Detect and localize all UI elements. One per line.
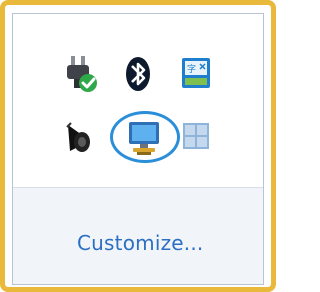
- tray-footer: Customize...: [13, 187, 263, 284]
- power-plug-icon[interactable]: [58, 52, 102, 96]
- svg-text:字: 字: [187, 63, 196, 75]
- windows-flag-icon[interactable]: [174, 115, 218, 159]
- customize-link[interactable]: Customize...: [77, 231, 203, 255]
- tray-overflow-frame: 字 Customize...: [0, 0, 276, 292]
- bluetooth-icon[interactable]: [116, 52, 160, 96]
- tray-overflow-popup: 字 Customize...: [12, 13, 264, 285]
- tray-icons-panel: 字: [13, 14, 263, 187]
- speaker-icon[interactable]: [58, 115, 102, 159]
- network-icon[interactable]: [122, 115, 166, 159]
- input-language-icon[interactable]: 字: [174, 52, 218, 96]
